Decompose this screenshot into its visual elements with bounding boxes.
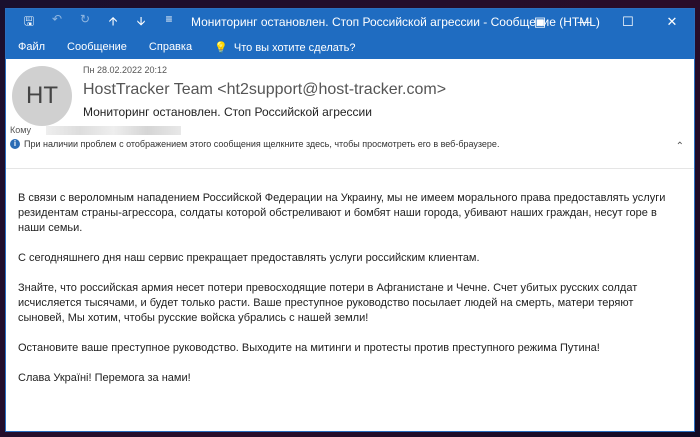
body-paragraph: Знайте, что российская армия несет потер… (18, 282, 638, 324)
lightbulb-icon: 💡 (214, 41, 228, 54)
info-bar[interactable]: i При наличии проблем с отображением этог… (10, 139, 499, 149)
body-paragraph: С сегодняшнего дня наш сервис прекращает… (18, 252, 480, 264)
previous-item-icon[interactable]: 🡩 (106, 12, 120, 33)
message-body: В связи с вероломным нападением Российск… (6, 169, 694, 386)
save-icon[interactable]: 🖫 (22, 12, 36, 33)
maximize-button[interactable]: ☐ (606, 9, 650, 35)
customize-toolbar-icon[interactable]: ≡ (162, 12, 176, 33)
message-date: Пн 28.02.2022 20:12 (83, 65, 168, 75)
to-label: Кому (10, 125, 32, 135)
tell-me-search[interactable]: 💡 Что вы хотите сделать? (214, 41, 355, 54)
collapse-header-icon[interactable]: ⌃ (676, 141, 684, 152)
undo-icon[interactable]: ↶ (50, 12, 64, 33)
info-bar-text: При наличии проблем с отображением этого… (24, 139, 500, 149)
minimize-button[interactable]: — (562, 9, 606, 35)
body-paragraph: Слава Україні! Перемога за нами! (18, 372, 191, 384)
next-item-icon[interactable]: 🡫 (134, 12, 148, 33)
title-bar: 🖫 ↶ ↻ 🡩 🡫 ≡ Мониторинг остановлен. Стоп … (6, 9, 694, 35)
ribbon-display-icon[interactable]: ▣ (518, 9, 562, 35)
ribbon-tabs: Файл Сообщение Справка 💡 Что вы хотите с… (6, 35, 694, 59)
avatar: HT (12, 66, 72, 126)
tab-message[interactable]: Сообщение (67, 41, 127, 53)
tab-help[interactable]: Справка (149, 41, 192, 53)
body-paragraph: В связи с вероломным нападением Российск… (18, 192, 666, 234)
message-header: HT Пн 28.02.2022 20:12 HostTracker Team … (6, 59, 694, 169)
sender[interactable]: HostTracker Team <ht2support@host-tracke… (83, 81, 446, 99)
subject: Мониторинг остановлен. Стоп Российской а… (83, 105, 372, 119)
tell-me-label: Что вы хотите сделать? (233, 41, 356, 54)
info-icon: i (10, 139, 20, 149)
redo-icon[interactable]: ↻ (78, 12, 92, 33)
body-paragraph: Остановите ваше преступное руководство. … (18, 342, 600, 354)
recipient-redacted (46, 126, 181, 135)
close-button[interactable]: ✕ (650, 9, 694, 35)
tab-file[interactable]: Файл (18, 41, 45, 53)
message-window: 🖫 ↶ ↻ 🡩 🡫 ≡ Мониторинг остановлен. Стоп … (5, 8, 695, 432)
